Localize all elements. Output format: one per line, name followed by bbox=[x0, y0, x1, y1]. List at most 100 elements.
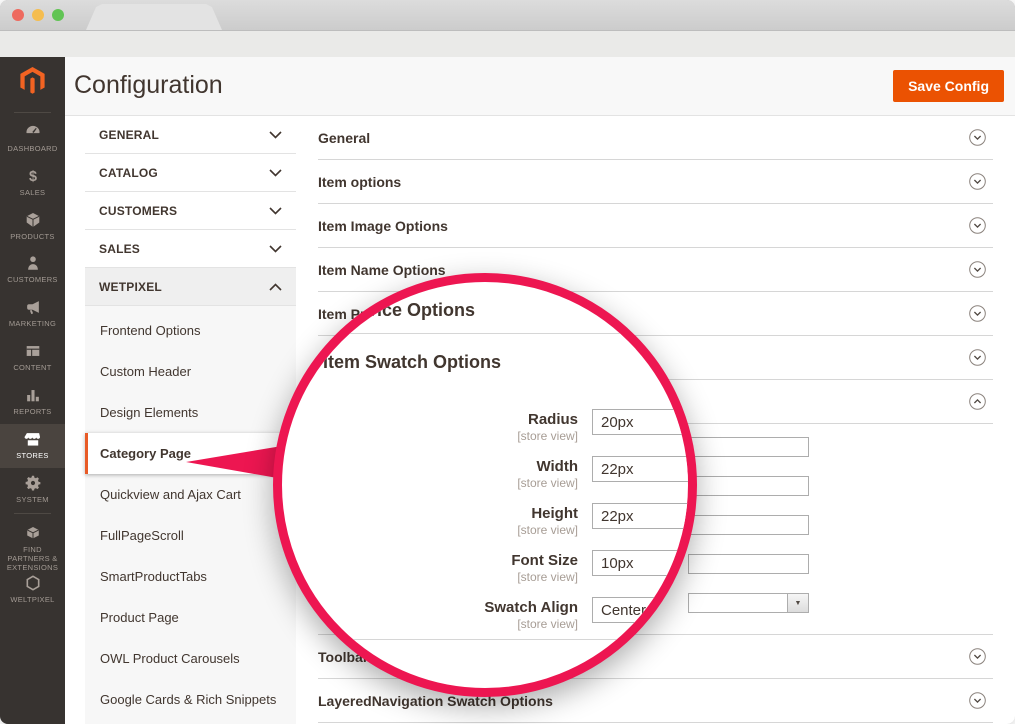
magnified-section-title: Item Swatch Options bbox=[323, 352, 501, 373]
field-label-font-size: Font Size [store view] bbox=[282, 553, 578, 584]
sidebar-item-label: STORES bbox=[0, 451, 65, 460]
expand-chevron-icon[interactable] bbox=[969, 349, 986, 366]
expand-chevron-icon[interactable] bbox=[969, 648, 986, 665]
expand-chevron-icon[interactable] bbox=[969, 173, 986, 190]
stores-icon bbox=[0, 429, 65, 448]
magento-logo[interactable] bbox=[17, 65, 48, 96]
collapse-chevron-icon[interactable] bbox=[969, 393, 986, 410]
section-general[interactable]: General bbox=[318, 116, 993, 160]
sales-icon: $ bbox=[0, 166, 65, 185]
subnav-item-smartproducttabs[interactable]: SmartProductTabs bbox=[85, 556, 296, 597]
sidebar-item-products[interactable]: PRODUCTS bbox=[0, 205, 65, 249]
nav-group-general[interactable]: GENERAL bbox=[85, 116, 296, 154]
marketing-icon bbox=[0, 297, 65, 316]
wetpixel-subnav: Frontend Options Custom Header Design El… bbox=[85, 306, 296, 724]
chevron-down-icon bbox=[269, 207, 282, 215]
sidebar-item-label: CONTENT bbox=[0, 363, 65, 372]
magnified-section-fragment: rice Options bbox=[370, 300, 475, 321]
nav-group-label: CATALOG bbox=[99, 166, 158, 180]
zoom-window-icon[interactable] bbox=[52, 9, 64, 21]
section-title: Item options bbox=[318, 174, 401, 190]
section-item-options[interactable]: Item options bbox=[318, 160, 993, 204]
subnav-item-label: OWL Product Carousels bbox=[100, 651, 240, 666]
close-window-icon[interactable] bbox=[12, 9, 24, 21]
subnav-item-label: SmartProductTabs bbox=[100, 569, 207, 584]
sidebar-item-customers[interactable]: CUSTOMERS bbox=[0, 248, 65, 292]
nav-group-label: GENERAL bbox=[99, 128, 159, 142]
weltpixel-icon bbox=[0, 573, 65, 592]
section-title: Item Name Options bbox=[318, 262, 446, 278]
sidebar-item-label: REPORTS bbox=[0, 407, 65, 416]
sidebar-item-label: SYSTEM bbox=[0, 495, 65, 504]
field-label-height: Height [store view] bbox=[282, 506, 578, 537]
chevron-down-icon bbox=[269, 131, 282, 139]
subnav-item-google-cards-rich-snippets[interactable]: Google Cards & Rich Snippets bbox=[85, 679, 296, 720]
swatch-radius-input[interactable] bbox=[688, 437, 809, 457]
field-label-width: Width [store view] bbox=[282, 459, 578, 490]
sidebar-item-label: SALES bbox=[0, 188, 65, 197]
subnav-item-label: FullPageScroll bbox=[100, 528, 184, 543]
swatch-align-select[interactable] bbox=[592, 597, 697, 623]
section-title: General bbox=[318, 130, 370, 146]
width-input[interactable] bbox=[592, 456, 697, 482]
expand-chevron-icon[interactable] bbox=[969, 217, 986, 234]
expand-chevron-icon[interactable] bbox=[969, 129, 986, 146]
config-nav: GENERAL CATALOG CUSTOMERS SALES WETPIXEL… bbox=[85, 116, 296, 724]
expand-chevron-icon[interactable] bbox=[969, 261, 986, 278]
expand-chevron-icon[interactable] bbox=[969, 692, 986, 709]
subnav-item-category-page[interactable]: Category Page bbox=[85, 433, 296, 474]
nav-group-wetpixel[interactable]: WETPIXEL bbox=[85, 268, 296, 306]
sidebar-item-reports[interactable]: REPORTS bbox=[0, 380, 65, 424]
swatch-height-input[interactable] bbox=[688, 515, 809, 535]
sidebar-item-marketing[interactable]: MARKETING bbox=[0, 292, 65, 336]
subnav-item-design-elements[interactable]: Design Elements bbox=[85, 392, 296, 433]
subnav-item-custom-header[interactable]: Custom Header bbox=[85, 351, 296, 392]
sidebar-item-system[interactable]: SYSTEM bbox=[0, 468, 65, 512]
radius-input[interactable] bbox=[592, 409, 697, 435]
sidebar-item-sales[interactable]: $ SALES bbox=[0, 161, 65, 205]
divider bbox=[282, 639, 688, 640]
expand-chevron-icon[interactable] bbox=[969, 305, 986, 322]
subnav-item-product-page[interactable]: Product Page bbox=[85, 597, 296, 638]
nav-group-sales[interactable]: SALES bbox=[85, 230, 296, 268]
magnifier-lens: rice Options Item Swatch Options Radius … bbox=[273, 273, 697, 697]
customers-icon bbox=[0, 253, 65, 272]
chevron-up-icon bbox=[269, 283, 282, 291]
swatch-font-size-input[interactable] bbox=[688, 554, 809, 574]
sidebar-item-content[interactable]: CONTENT bbox=[0, 336, 65, 380]
nav-group-catalog[interactable]: CATALOG bbox=[85, 154, 296, 192]
field-label-swatch-align: Swatch Align [store view] bbox=[282, 600, 578, 631]
products-icon bbox=[0, 210, 65, 229]
height-input[interactable] bbox=[592, 503, 697, 529]
sidebar-item-weltpixel[interactable]: WELTPIXEL bbox=[0, 568, 65, 612]
subnav-item-owl-product-carousels[interactable]: OWL Product Carousels bbox=[85, 638, 296, 679]
subnav-item-frontend-options[interactable]: Frontend Options bbox=[85, 310, 296, 351]
find-partners-icon bbox=[0, 523, 65, 542]
subnav-item-quickview-ajax-cart[interactable]: Quickview and Ajax Cart bbox=[85, 474, 296, 515]
subnav-item-fullpagescroll[interactable]: FullPageScroll bbox=[85, 515, 296, 556]
divider bbox=[282, 333, 688, 334]
section-title: Item Image Options bbox=[318, 218, 448, 234]
subnav-item-label: Custom Header bbox=[100, 364, 191, 379]
sidebar-item-label: PRODUCTS bbox=[0, 232, 65, 241]
sidebar-item-find-partners[interactable]: FIND PARTNERS & EXTENSIONS bbox=[0, 518, 65, 572]
sidebar-item-stores[interactable]: STORES bbox=[0, 424, 65, 468]
sidebar-item-label: DASHBOARD bbox=[0, 144, 65, 153]
minimize-window-icon[interactable] bbox=[32, 9, 44, 21]
nav-group-label: WETPIXEL bbox=[99, 280, 162, 294]
sidebar-item-label: CUSTOMERS bbox=[0, 275, 65, 284]
admin-sidebar: DASHBOARD $ SALES PRODUCTS CUSTOMERS MAR… bbox=[0, 57, 65, 724]
nav-group-label: CUSTOMERS bbox=[99, 204, 177, 218]
swatch-width-input[interactable] bbox=[688, 476, 809, 496]
sidebar-item-dashboard[interactable]: DASHBOARD bbox=[0, 117, 65, 161]
field-label: Font Size bbox=[282, 553, 578, 569]
section-item-image-options[interactable]: Item Image Options bbox=[318, 204, 993, 248]
nav-group-customers[interactable]: CUSTOMERS bbox=[85, 192, 296, 230]
field-scope: [store view] bbox=[282, 429, 578, 443]
save-config-button[interactable]: Save Config bbox=[893, 70, 1004, 102]
field-scope: [store view] bbox=[282, 476, 578, 490]
dropdown-arrow-icon[interactable]: ▼ bbox=[787, 593, 809, 613]
content-icon bbox=[0, 341, 65, 360]
font-size-input[interactable] bbox=[592, 550, 697, 576]
browser-tab[interactable] bbox=[86, 4, 222, 30]
